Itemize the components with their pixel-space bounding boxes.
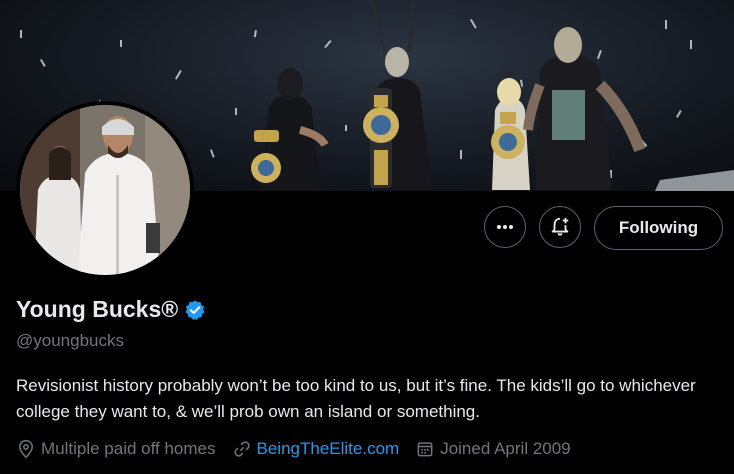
location-text: Multiple paid off homes xyxy=(41,439,216,458)
profile-name-row: Young Bucks® xyxy=(16,296,206,323)
website-link[interactable]: BeingTheElite.com xyxy=(257,439,400,459)
profile-meta: Multiple paid off homes BeingTheElite.co… xyxy=(16,439,587,459)
profile-avatar[interactable] xyxy=(16,101,194,279)
more-icon xyxy=(497,225,513,229)
calendar-icon xyxy=(417,442,433,457)
following-label: Following xyxy=(618,218,699,237)
location-pin-icon xyxy=(18,439,34,459)
website-item[interactable]: BeingTheElite.com xyxy=(232,439,400,459)
verified-badge-icon[interactable] xyxy=(184,299,206,321)
profile-handle: @youngbucks xyxy=(16,331,124,350)
bell-plus-icon xyxy=(551,217,569,236)
more-options-button[interactable] xyxy=(484,206,526,248)
profile-name: Young Bucks® xyxy=(16,296,179,322)
location-item: Multiple paid off homes xyxy=(16,439,216,459)
joined-text: Joined April 2009 xyxy=(440,439,571,458)
link-icon xyxy=(233,441,250,457)
following-button[interactable]: Following xyxy=(594,206,723,250)
avatar-image xyxy=(20,105,190,275)
joined-item: Joined April 2009 xyxy=(415,439,571,459)
notifications-button[interactable] xyxy=(539,206,581,248)
profile-bio: Revisionist history probably won’t be to… xyxy=(16,376,696,421)
